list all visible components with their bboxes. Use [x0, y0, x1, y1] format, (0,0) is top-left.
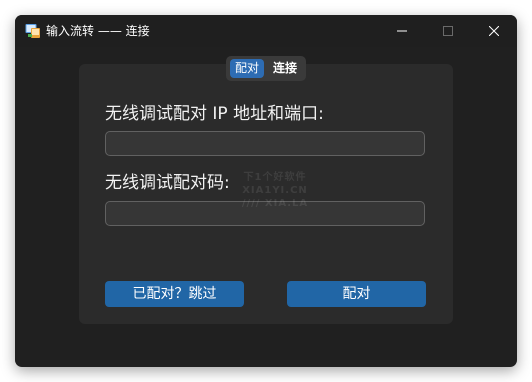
- window-title: 输入流转 —— 连接: [46, 24, 150, 38]
- close-button[interactable]: [471, 15, 517, 47]
- app-logo-icon: [25, 23, 41, 39]
- ip-port-field[interactable]: [105, 131, 425, 156]
- ip-port-label: 无线调试配对 IP 地址和端口:: [105, 104, 324, 124]
- title-bar[interactable]: 输入流转 —— 连接: [15, 15, 517, 47]
- already-paired-skip-button[interactable]: 已配对？跳过: [105, 281, 244, 307]
- app-window: 输入流转 —— 连接 配对 连接 无线调试配对 IP 地址和端口: 无线调试配对…: [15, 15, 517, 367]
- ip-port-input[interactable]: [106, 132, 424, 155]
- pair-button[interactable]: 配对: [287, 281, 426, 307]
- maximize-button[interactable]: [425, 15, 471, 47]
- mode-segmented-control: 配对 连接: [226, 56, 306, 81]
- close-icon: [489, 26, 499, 36]
- pairing-code-field[interactable]: [105, 201, 425, 226]
- pairing-code-input[interactable]: [106, 202, 424, 225]
- tab-pair[interactable]: 配对: [230, 59, 264, 78]
- minimize-icon: [397, 26, 407, 36]
- maximize-icon: [443, 26, 453, 36]
- tab-connect[interactable]: 连接: [268, 59, 302, 78]
- minimize-button[interactable]: [379, 15, 425, 47]
- pairing-code-label: 无线调试配对码:: [105, 173, 230, 193]
